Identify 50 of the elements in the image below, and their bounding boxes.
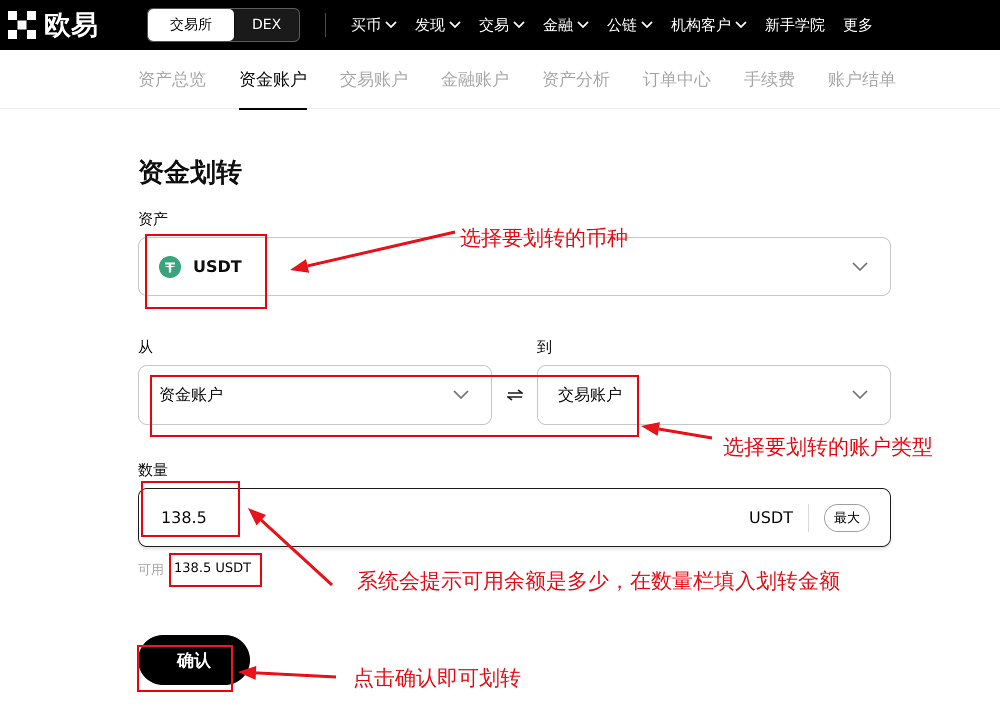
nav-item[interactable]: 新手学院 — [765, 16, 826, 34]
from-account-select[interactable]: 资金账户 — [138, 365, 492, 425]
annotation-text: 系统会提示可用余额是多少，在数量栏填入划转金额 — [357, 568, 840, 595]
chevron-down-icon — [453, 390, 469, 400]
nav-item[interactable]: 公链 — [607, 16, 654, 34]
nav-item[interactable]: 更多 — [843, 16, 874, 34]
mode-option[interactable]: 交易所 — [148, 9, 234, 41]
swap-arrows-icon — [506, 389, 522, 401]
annotation-arrow — [641, 422, 712, 440]
nav-label: 发现 — [415, 16, 446, 34]
to-account-value: 交易账户 — [558, 384, 622, 406]
amount-field[interactable]: 138.5 USDT 最大 — [138, 488, 891, 547]
field-label: 从 — [138, 338, 153, 357]
logo-text: 欧易 — [44, 9, 98, 43]
annotation-text: 点击确认即可划转 — [353, 665, 521, 692]
nav-item[interactable]: 买币 — [351, 16, 398, 34]
chevron-down-icon — [735, 21, 748, 29]
chevron-down-icon — [641, 21, 654, 29]
nav-item[interactable]: 机构客户 — [671, 16, 748, 34]
checker-logo-icon — [8, 11, 36, 39]
nav-label: 机构客户 — [671, 16, 732, 34]
nav-label: 交易 — [479, 16, 510, 34]
chevron-down-icon — [852, 390, 868, 400]
nav-item[interactable]: 交易 — [479, 16, 526, 34]
chevron-down-icon — [513, 21, 526, 29]
confirm-button[interactable]: 确认 — [138, 635, 250, 685]
field-label: 数量 — [138, 461, 168, 480]
tether-coin-icon — [159, 256, 181, 278]
chevron-down-icon — [385, 21, 398, 29]
tab[interactable]: 资金账户 — [239, 50, 307, 110]
nav-item[interactable]: 发现 — [415, 16, 462, 34]
nav-label: 金融 — [543, 16, 574, 34]
asset-value: USDT — [193, 257, 242, 276]
page-title: 资金划转 — [138, 157, 243, 190]
chevron-down-icon — [577, 21, 590, 29]
nav-label: 买币 — [351, 16, 382, 34]
available-label: 可用 — [138, 562, 164, 579]
field-label: 资产 — [138, 210, 168, 229]
available-balance: 138.5 USDT — [174, 561, 252, 578]
nav-label: 公链 — [607, 16, 638, 34]
currency-label: USDT — [749, 508, 793, 527]
field-label: 到 — [537, 338, 552, 357]
nav-item[interactable]: 金融 — [543, 16, 590, 34]
annotation-text: 选择要划转的账户类型 — [723, 434, 933, 461]
from-account-value: 资金账户 — [159, 384, 223, 406]
to-account-select[interactable]: 交易账户 — [537, 365, 891, 425]
max-button[interactable]: 最大 — [824, 504, 870, 532]
mode-option[interactable]: DEX — [234, 9, 300, 41]
chevron-down-icon — [852, 262, 868, 272]
chevron-down-icon — [449, 21, 462, 29]
